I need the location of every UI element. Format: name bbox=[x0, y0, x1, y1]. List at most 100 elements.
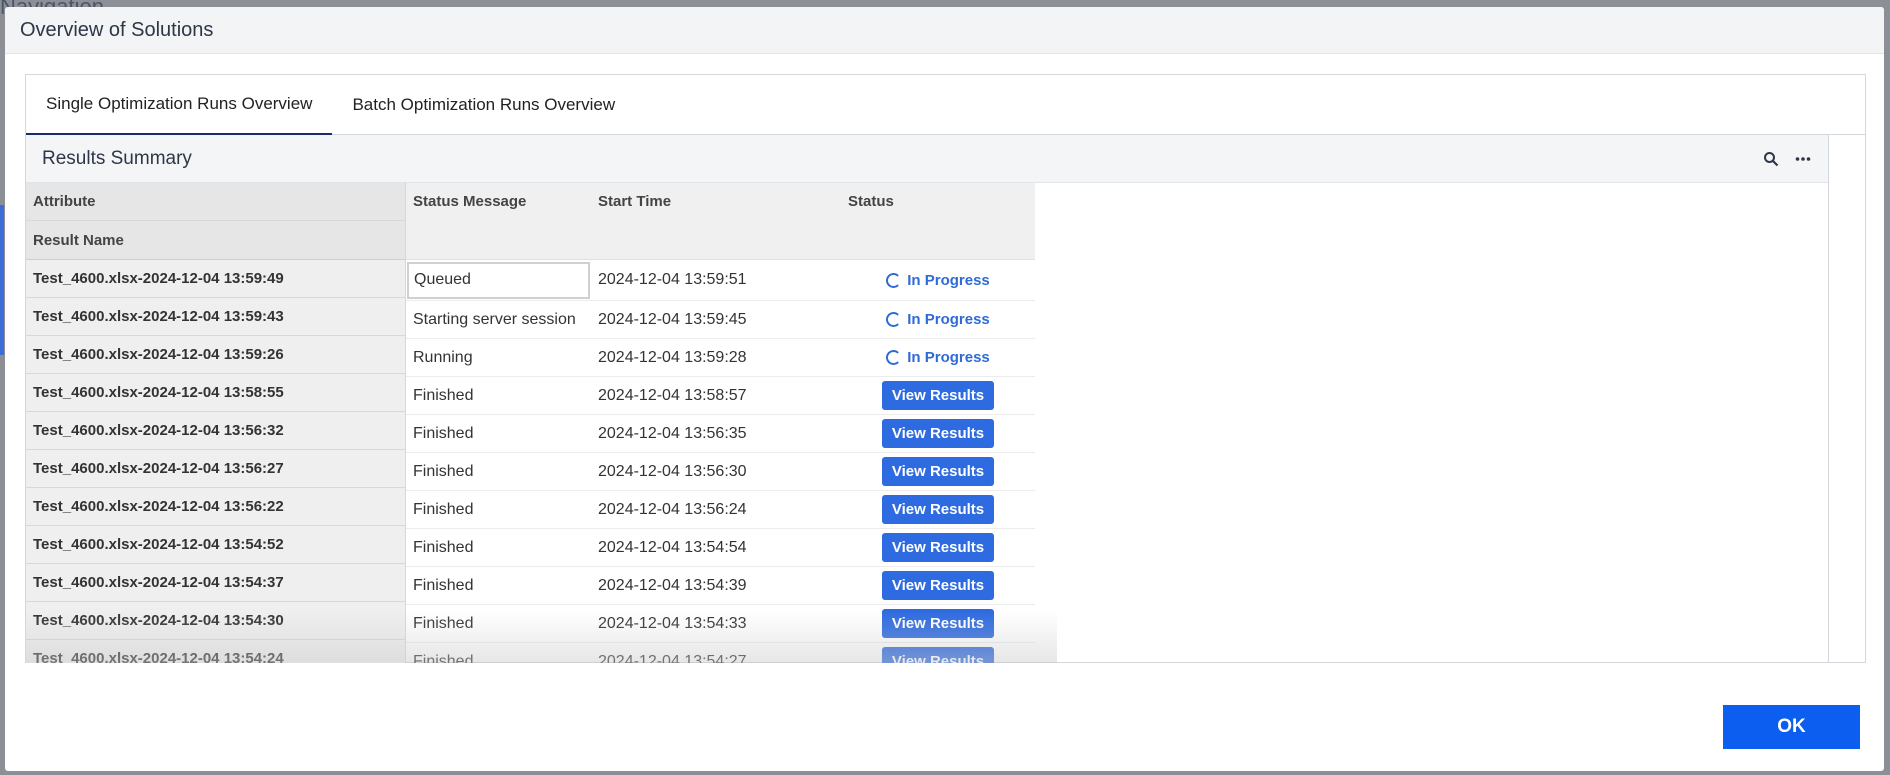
status-message-cell[interactable]: Starting server session bbox=[406, 311, 591, 329]
summary-toolbar bbox=[1762, 150, 1812, 168]
data-columns: Status Message Start Time Status Queued 2… bbox=[406, 183, 1035, 663]
start-time-cell: 2024-12-04 13:54:33 bbox=[598, 614, 747, 632]
table-row[interactable]: Finished 2024-12-04 13:54:54 View Results bbox=[406, 529, 1035, 567]
result-name-cell[interactable]: Test_4600.xlsx-2024-12-04 13:56:32 bbox=[26, 412, 405, 450]
solutions-dialog: Overview of Solutions Single Optimizatio… bbox=[5, 7, 1884, 771]
result-name-cell[interactable]: Test_4600.xlsx-2024-12-04 13:59:43 bbox=[26, 298, 405, 336]
result-name-cell[interactable]: Test_4600.xlsx-2024-12-04 13:54:37 bbox=[26, 564, 405, 602]
background-accent-bar bbox=[0, 205, 4, 355]
table-row[interactable]: Finished 2024-12-04 13:58:57 View Results bbox=[406, 377, 1035, 415]
result-name-cell[interactable]: Test_4600.xlsx-2024-12-04 13:56:22 bbox=[26, 488, 405, 526]
status-cell: In Progress bbox=[841, 349, 1035, 366]
table-row[interactable]: Finished 2024-12-04 13:56:35 View Results bbox=[406, 415, 1035, 453]
table-row[interactable]: Finished 2024-12-04 13:54:27 View Results bbox=[406, 643, 1035, 663]
result-name-cell[interactable]: Test_4600.xlsx-2024-12-04 13:58:55 bbox=[26, 374, 405, 412]
status-cell: View Results bbox=[841, 381, 1035, 410]
tab-label: Batch Optimization Runs Overview bbox=[352, 94, 616, 114]
view-results-button[interactable]: View Results bbox=[882, 533, 994, 562]
spinner-icon bbox=[886, 272, 902, 288]
status-text: In Progress bbox=[907, 311, 990, 328]
tab-bar: Single Optimization Runs Overview Batch … bbox=[26, 75, 1865, 135]
attribute-header: Attribute bbox=[26, 183, 405, 221]
view-results-button[interactable]: View Results bbox=[882, 419, 994, 448]
status-message-cell[interactable]: Running bbox=[406, 349, 591, 367]
start-time-cell: 2024-12-04 13:54:54 bbox=[598, 538, 747, 556]
start-time-cell: 2024-12-04 13:59:45 bbox=[598, 310, 747, 328]
tab-panel: Single Optimization Runs Overview Batch … bbox=[25, 74, 1866, 663]
dialog-title: Overview of Solutions bbox=[20, 18, 214, 41]
status-message-cell[interactable]: Finished bbox=[406, 577, 591, 595]
tab-label: Single Optimization Runs Overview bbox=[46, 94, 313, 113]
start-time-cell: 2024-12-04 13:58:57 bbox=[598, 386, 747, 404]
in-progress-indicator: In Progress bbox=[886, 349, 990, 366]
spinner-icon bbox=[886, 312, 902, 327]
results-grid: Attribute Result Name Test_4600.xlsx-202… bbox=[26, 183, 1057, 663]
result-name-cell[interactable]: Test_4600.xlsx-2024-12-04 13:54:30 bbox=[26, 602, 405, 640]
row-header-title: Attribute Result Name bbox=[26, 183, 405, 260]
status-message-cell[interactable]: Finished bbox=[406, 463, 591, 481]
status-cell: View Results bbox=[841, 571, 1035, 600]
tab-batch-optimization-runs[interactable]: Batch Optimization Runs Overview bbox=[332, 75, 635, 134]
result-name-cell[interactable]: Test_4600.xlsx-2024-12-04 13:54:24 bbox=[26, 640, 405, 663]
status-message-cell[interactable]: Finished bbox=[406, 653, 591, 664]
status-text: In Progress bbox=[907, 349, 990, 366]
table-row[interactable]: Running 2024-12-04 13:59:28 In Progress bbox=[406, 339, 1035, 377]
start-time-cell: 2024-12-04 13:59:51 bbox=[598, 271, 747, 288]
in-progress-indicator: In Progress bbox=[886, 311, 990, 328]
table-row[interactable]: Finished 2024-12-04 13:54:33 View Results bbox=[406, 605, 1035, 643]
ok-button[interactable]: OK bbox=[1723, 705, 1860, 749]
status-cell: In Progress bbox=[841, 311, 1035, 328]
status-cell: View Results bbox=[841, 419, 1035, 448]
results-summary-panel: Results Summary Attribute Result Name Te… bbox=[26, 135, 1829, 663]
table-row[interactable]: Queued 2024-12-04 13:59:51 In Progress bbox=[406, 260, 1035, 301]
status-cell: View Results bbox=[841, 457, 1035, 486]
result-name-cell[interactable]: Test_4600.xlsx-2024-12-04 13:54:52 bbox=[26, 526, 405, 564]
row-header-column: Attribute Result Name Test_4600.xlsx-202… bbox=[26, 183, 406, 663]
column-header-status[interactable]: Status bbox=[841, 183, 1035, 259]
status-text: In Progress bbox=[907, 271, 990, 289]
status-cell: View Results bbox=[841, 495, 1035, 524]
view-results-button[interactable]: View Results bbox=[882, 647, 994, 663]
start-time-cell: 2024-12-04 13:54:27 bbox=[598, 652, 747, 664]
start-time-cell: 2024-12-04 13:56:24 bbox=[598, 500, 747, 518]
start-time-cell: 2024-12-04 13:56:35 bbox=[598, 424, 747, 442]
table-row[interactable]: Finished 2024-12-04 13:54:39 View Results bbox=[406, 567, 1035, 605]
status-message-cell[interactable]: Finished bbox=[406, 615, 591, 633]
status-cell: View Results bbox=[841, 647, 1035, 663]
status-message-cell[interactable]: Queued bbox=[406, 261, 591, 299]
status-cell: View Results bbox=[841, 533, 1035, 562]
view-results-button[interactable]: View Results bbox=[882, 381, 994, 410]
in-progress-indicator: In Progress bbox=[886, 272, 990, 289]
column-headers: Status Message Start Time Status bbox=[406, 183, 1035, 260]
start-time-cell: 2024-12-04 13:59:28 bbox=[598, 348, 747, 366]
column-header-start-time[interactable]: Start Time bbox=[591, 183, 841, 259]
view-results-button[interactable]: View Results bbox=[882, 609, 994, 638]
start-time-cell: 2024-12-04 13:54:39 bbox=[598, 576, 747, 594]
status-cell: View Results bbox=[841, 609, 1035, 638]
table-row[interactable]: Starting server session 2024-12-04 13:59:… bbox=[406, 301, 1035, 339]
status-message-cell[interactable]: Finished bbox=[406, 539, 591, 557]
results-summary-header: Results Summary bbox=[26, 135, 1828, 183]
selected-cell[interactable]: Queued bbox=[407, 261, 590, 299]
result-name-cell[interactable]: Test_4600.xlsx-2024-12-04 13:56:27 bbox=[26, 450, 405, 488]
spinner-icon bbox=[886, 350, 902, 365]
table-row[interactable]: Finished 2024-12-04 13:56:24 View Results bbox=[406, 491, 1035, 529]
view-results-button[interactable]: View Results bbox=[882, 571, 994, 600]
result-name-cell[interactable]: Test_4600.xlsx-2024-12-04 13:59:49 bbox=[26, 260, 405, 298]
more-icon[interactable] bbox=[1794, 150, 1812, 168]
status-message-cell[interactable]: Finished bbox=[406, 387, 591, 405]
column-header-status-message[interactable]: Status Message bbox=[406, 183, 591, 259]
view-results-button[interactable]: View Results bbox=[882, 457, 994, 486]
status-message-cell[interactable]: Finished bbox=[406, 501, 591, 519]
dialog-header: Overview of Solutions bbox=[5, 7, 1884, 54]
start-time-cell: 2024-12-04 13:56:30 bbox=[598, 462, 747, 480]
search-icon[interactable] bbox=[1762, 150, 1780, 168]
table-row[interactable]: Finished 2024-12-04 13:56:30 View Results bbox=[406, 453, 1035, 491]
result-name-cell[interactable]: Test_4600.xlsx-2024-12-04 13:59:26 bbox=[26, 336, 405, 374]
status-message-cell[interactable]: Finished bbox=[406, 425, 591, 443]
tab-single-optimization-runs[interactable]: Single Optimization Runs Overview bbox=[26, 75, 333, 135]
results-summary-title: Results Summary bbox=[42, 147, 192, 169]
status-cell: In Progress bbox=[841, 272, 1035, 289]
view-results-button[interactable]: View Results bbox=[882, 495, 994, 524]
result-name-header: Result Name bbox=[33, 231, 124, 249]
